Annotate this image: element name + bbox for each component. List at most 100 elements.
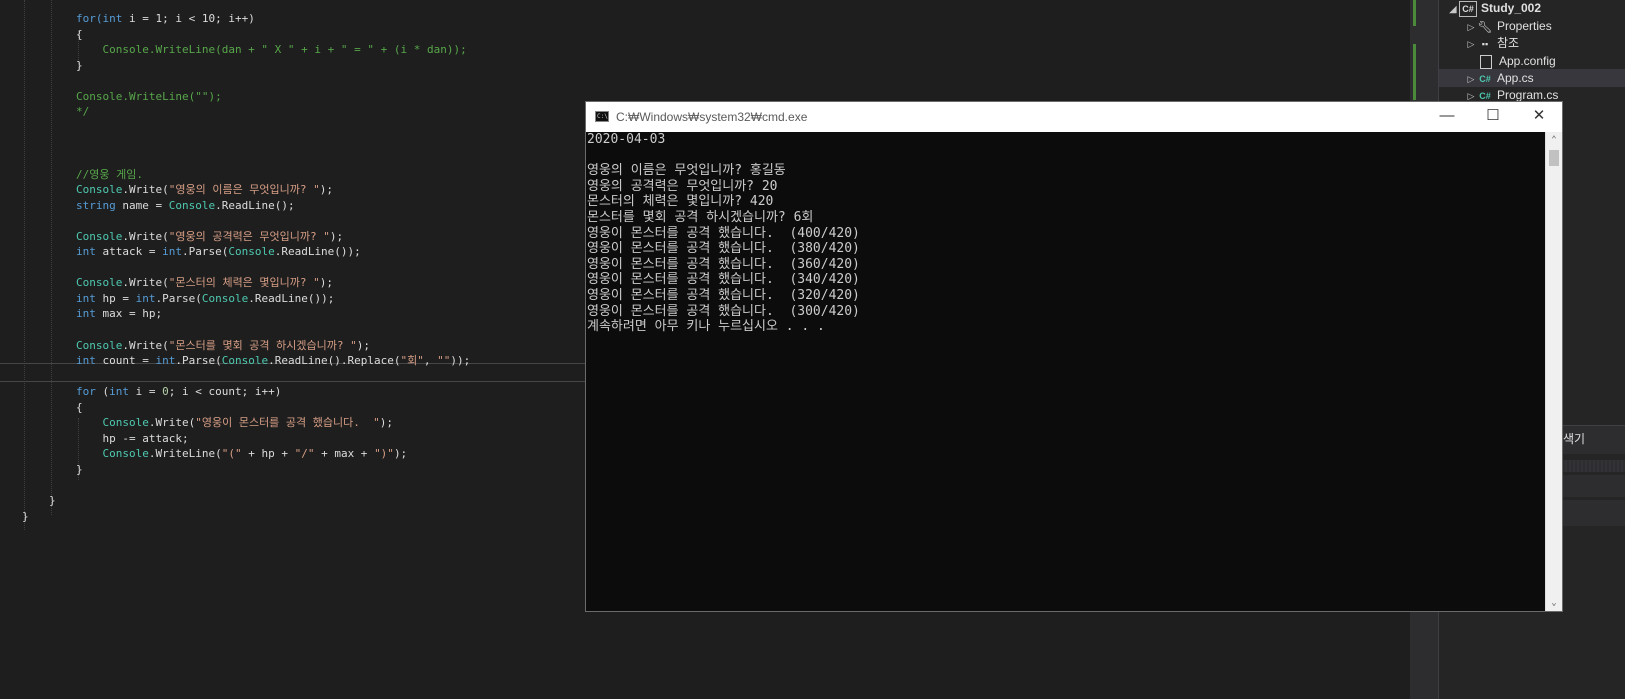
code-line[interactable]: int attack = int.Parse(Console.ReadLine(… [76,244,361,260]
code-token: "몬스터의 체력은 몇입니까? " [168,276,320,290]
code-token: Console [76,276,123,290]
item-label: 참조 [1497,36,1520,50]
code-token: .ReadLine()); [248,291,335,305]
project-name: Study_002 [1481,1,1542,15]
code-line[interactable]: hp -= attack; [76,431,189,447]
code-line[interactable]: int count = int.Parse(Console.ReadLine()… [76,353,470,369]
item-label: App.cs [1497,71,1534,85]
code-line[interactable]: for(int i = 1; i < 10; i++) [76,11,255,27]
properties-panel-label: 색기 [1563,432,1586,446]
code-token: ); [356,338,371,352]
code-line[interactable]: Console.WriteLine(""); [76,89,222,105]
code-token: Console [76,338,123,352]
tree-item-app-cs[interactable]: ▷ C# App.cs [1439,69,1625,87]
code-line[interactable]: //영웅 게임. [76,167,143,183]
indent-guide [24,0,25,530]
code-token: Console [76,183,123,197]
code-token: ); [379,416,394,430]
maximize-button[interactable]: ☐ [1470,102,1516,132]
code-line[interactable]: int hp = int.Parse(Console.ReadLine()); [76,291,334,307]
code-line[interactable]: Console.WriteLine("(" + hp + "/" + max +… [76,446,408,462]
console-line: 몬스터를 몇회 공격 하시겠습니까? 6회 [587,209,814,225]
code-line[interactable]: { [76,27,83,43]
item-label: Program.cs [1497,88,1559,102]
code-token: ); [319,276,334,290]
item-label: Properties [1497,19,1552,33]
collapse-arrow-icon[interactable]: ▷ [1465,35,1477,53]
code-line[interactable]: } [49,493,56,509]
console-line: 몬스터의 체력은 몇입니까? 420 [587,194,774,210]
code-line[interactable]: */ [76,104,89,120]
code-token: ; i < count; i++) [168,385,282,399]
code-token: .Parse( [155,291,202,305]
console-output[interactable]: 2020-04-03 영웅의 이름은 무엇입니까? 홍길동 영웅의 공격력은 무엇입… [586,132,1547,611]
code-token: .Parse( [175,354,222,368]
code-line[interactable]: } [76,58,83,74]
code-token: int [76,291,96,305]
code-token: Console [168,198,216,212]
change-marker [1413,0,1416,26]
code-token: "(" [221,447,242,461]
code-token: "영웅의 공격력은 무엇입니까? " [168,229,330,243]
tree-item-project[interactable]: ◢ C# Study_002 [1447,0,1541,17]
code-line[interactable]: string name = Console.ReadLine(); [76,198,295,214]
expand-arrow-icon[interactable]: ◢ [1447,0,1459,18]
code-token: "몬스터를 몇회 공격 하시겠습니까? " [168,338,357,352]
code-token: "영웅의 이름은 무엇입니까? " [168,183,320,197]
code-line[interactable]: Console.WriteLine(dan + " X " + i + " = … [76,42,466,58]
code-token: { [76,400,83,414]
minimize-button[interactable]: — [1424,102,1470,132]
code-token: int [162,245,182,259]
code-token: hp -= attack; [76,431,189,445]
code-token: Console [221,354,269,368]
code-token: "/" [294,447,315,461]
code-token: Console [102,416,149,430]
code-token: "영웅이 몬스터를 공격 했습니다. " [195,416,380,430]
code-line[interactable]: Console.Write("영웅의 이름은 무엇입니까? "); [76,182,333,198]
code-token: count = [95,354,156,368]
tree-item-app-config[interactable]: App.config [1465,52,1556,70]
close-button[interactable]: ✕ [1516,102,1562,132]
scroll-down-arrow-icon[interactable]: ⌄ [1546,595,1562,611]
code-token: .WriteLine( [148,447,222,461]
code-token: hp = [95,291,136,305]
code-token: ")" [374,447,394,461]
code-token: .Write( [122,338,169,352]
code-line[interactable]: for (int i = 0; i < count; i++) [76,384,281,400]
code-token: attack = [95,245,163,259]
code-token: } [22,509,29,523]
code-token: int [155,354,176,368]
cmd-title-bar[interactable]: C:\ C:₩Windows₩system32₩cmd.exe — ☐ ✕ [586,102,1562,132]
code-line[interactable]: Console.Write("몬스터를 몇회 공격 하시겠습니까? "); [76,338,370,354]
code-token: for [76,385,96,399]
code-token: ( [95,385,110,399]
code-line[interactable]: int max = hp; [76,306,162,322]
code-token: .ReadLine(); [215,198,295,212]
tree-item-properties[interactable]: ▷ 🔧︎ Properties [1465,17,1552,35]
tree-item-references[interactable]: ▷ ▪▪ 참조 [1465,34,1520,53]
scroll-thumb[interactable] [1549,150,1559,166]
cmd-title: C:₩Windows₩system32₩cmd.exe [616,110,808,124]
references-icon: ▪▪ [1481,38,1489,49]
code-token: + max + [314,447,375,461]
console-line: 영웅이 몬스터를 공격 했습니다. (320/420) [587,287,860,303]
console-line: 영웅이 몬스터를 공격 했습니다. (340/420) [587,272,860,288]
code-line[interactable]: Console.Write("영웅이 몬스터를 공격 했습니다. "); [76,415,394,431]
code-token: ); [393,447,408,461]
code-line[interactable]: } [22,509,29,525]
scroll-up-arrow-icon[interactable]: ⌃ [1546,132,1562,148]
code-line[interactable]: Console.Write("몬스터의 체력은 몇입니까? "); [76,275,333,291]
code-line[interactable]: Console.Write("영웅의 공격력은 무엇입니까? "); [76,229,343,245]
code-token: ); [319,183,334,197]
indent-guide [51,0,52,515]
cmd-window[interactable]: C:\ C:₩Windows₩system32₩cmd.exe — ☐ ✕ 20… [585,101,1563,612]
code-token: .Parse( [181,245,229,259]
code-line[interactable]: } [76,462,83,478]
code-line[interactable]: { [76,400,83,416]
console-line: 영웅이 몬스터를 공격 했습니다. (400/420) [587,225,860,241]
change-marker [1413,44,1416,100]
wrench-icon: 🔧︎ [1477,19,1493,34]
code-token: Console [228,245,275,259]
cmd-vertical-scrollbar[interactable]: ⌃ ⌄ [1545,132,1562,611]
